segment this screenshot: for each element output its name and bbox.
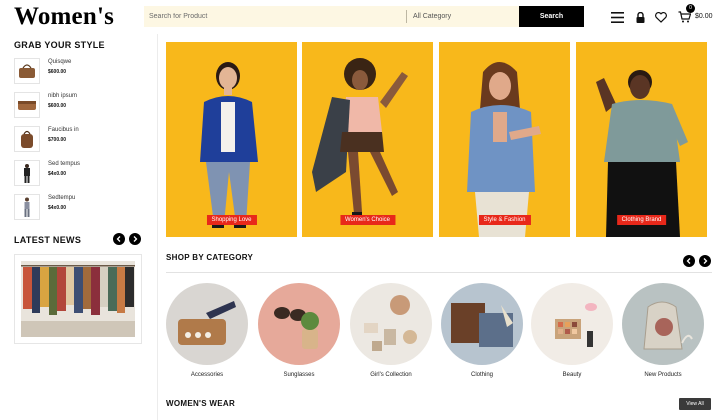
shop-by-category-title: SHOP BY CATEGORY xyxy=(166,253,254,262)
banner-label[interactable]: Clothing Brand xyxy=(616,215,667,225)
product-thumbnail[interactable] xyxy=(14,126,40,152)
womens-wear-title: WOMEN'S WEAR xyxy=(166,399,236,408)
banner-clothing-brand[interactable]: Clothing Brand xyxy=(576,42,707,237)
product-thumbnail[interactable] xyxy=(14,160,40,186)
product-thumbnail[interactable] xyxy=(14,58,40,84)
section-divider xyxy=(166,272,712,273)
model-photo xyxy=(200,62,258,228)
model-photo xyxy=(467,62,541,237)
product-price: $700.00 xyxy=(48,137,67,143)
news-prev-button[interactable] xyxy=(113,233,125,245)
sidebar-product[interactable]: Sedtempu $4x0.00 xyxy=(14,194,154,222)
category-image[interactable] xyxy=(258,283,340,365)
product-name[interactable]: nibh ipsum xyxy=(48,93,77,99)
grab-your-style-title: GRAB YOUR STYLE xyxy=(14,40,105,50)
banner-womens-choice[interactable]: Women's Choice xyxy=(302,42,433,237)
clothing-rack-image[interactable] xyxy=(15,255,141,343)
category-label[interactable]: Accessories xyxy=(166,372,248,378)
chevron-left-icon xyxy=(686,258,691,264)
banner-label[interactable]: Style & Fashion xyxy=(478,215,531,225)
latest-news-title: LATEST NEWS xyxy=(14,235,82,245)
site-logo[interactable]: Women's xyxy=(14,2,114,32)
model-photo xyxy=(312,58,408,224)
chevron-right-icon xyxy=(133,236,138,242)
product-price: $600.00 xyxy=(48,103,67,109)
category-image[interactable] xyxy=(622,283,704,365)
search-bar: All Category Search xyxy=(144,6,584,27)
cart-count-badge: 0 xyxy=(686,4,695,13)
menu-icon[interactable] xyxy=(610,9,624,25)
banner-label[interactable]: Shopping Love xyxy=(206,215,257,225)
category-label[interactable]: Clothing xyxy=(441,372,523,378)
product-name[interactable]: Faucibus in xyxy=(48,127,79,133)
banner-label[interactable]: Women's Choice xyxy=(339,215,396,225)
banner-shopping-love[interactable]: Shopping Love xyxy=(166,42,297,237)
category-label[interactable]: Girl's Collection xyxy=(350,372,432,378)
news-card[interactable] xyxy=(14,254,142,344)
lock-icon[interactable] xyxy=(634,9,646,25)
product-price: $600.00 xyxy=(48,69,67,75)
news-next-button[interactable] xyxy=(129,233,141,245)
sidebar-product[interactable]: Sed tempus $4x0.00 xyxy=(14,160,154,188)
product-thumbnail[interactable] xyxy=(14,194,40,220)
category-select[interactable]: All Category xyxy=(406,10,518,23)
view-all-button[interactable]: View All xyxy=(679,398,711,410)
search-button[interactable]: Search xyxy=(519,6,584,27)
site-header: Women's All Category Search 0 $0.00 xyxy=(0,0,720,34)
category-image[interactable] xyxy=(350,283,432,365)
category-label[interactable]: Beauty xyxy=(531,372,613,378)
category-prev-button[interactable] xyxy=(683,255,695,267)
sidebar: GRAB YOUR STYLE Quisqwe $600.00 nibh ips… xyxy=(0,34,158,420)
banner-style-fashion[interactable]: Style & Fashion xyxy=(439,42,570,237)
sidebar-product[interactable]: Faucibus in $700.00 xyxy=(14,126,154,154)
product-price: $4x0.00 xyxy=(48,205,67,211)
product-name[interactable]: Sed tempus xyxy=(48,161,80,167)
category-image[interactable] xyxy=(531,283,613,365)
heart-icon[interactable] xyxy=(654,9,668,25)
category-label[interactable]: Sunglasses xyxy=(258,372,340,378)
chevron-right-icon xyxy=(703,258,708,264)
product-price: $4x0.00 xyxy=(48,171,67,177)
sidebar-product[interactable]: nibh ipsum $600.00 xyxy=(14,92,154,120)
cart-total[interactable]: $0.00 xyxy=(695,13,713,20)
model-photo xyxy=(596,70,688,237)
sidebar-product[interactable]: Quisqwe $600.00 xyxy=(14,58,154,86)
category-image[interactable] xyxy=(441,283,523,365)
product-thumbnail[interactable] xyxy=(14,92,40,118)
chevron-left-icon xyxy=(116,236,121,242)
category-image[interactable] xyxy=(166,283,248,365)
product-name[interactable]: Sedtempu xyxy=(48,195,75,201)
category-label[interactable]: New Products xyxy=(622,372,704,378)
search-input[interactable] xyxy=(144,6,404,27)
category-next-button[interactable] xyxy=(699,255,711,267)
product-name[interactable]: Quisqwe xyxy=(48,59,71,65)
